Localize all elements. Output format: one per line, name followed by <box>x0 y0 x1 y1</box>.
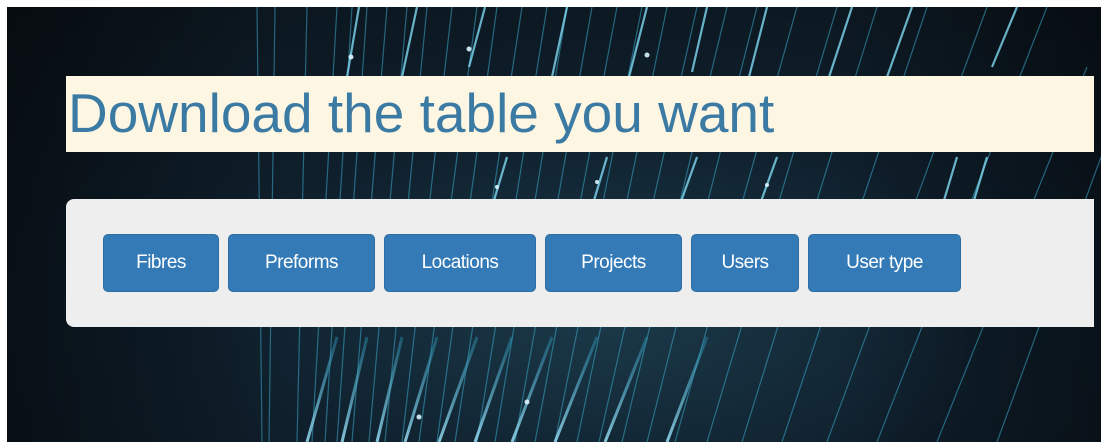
fibres-button[interactable]: Fibres <box>103 234 219 292</box>
user-type-button[interactable]: User type <box>808 234 961 292</box>
preforms-button[interactable]: Preforms <box>228 234 375 292</box>
projects-button[interactable]: Projects <box>545 234 682 292</box>
users-button[interactable]: Users <box>691 234 799 292</box>
table-button-group: Fibres Preforms Locations Projects Users… <box>103 234 961 292</box>
locations-button[interactable]: Locations <box>384 234 536 292</box>
page-title: Download the table you want <box>68 82 775 144</box>
